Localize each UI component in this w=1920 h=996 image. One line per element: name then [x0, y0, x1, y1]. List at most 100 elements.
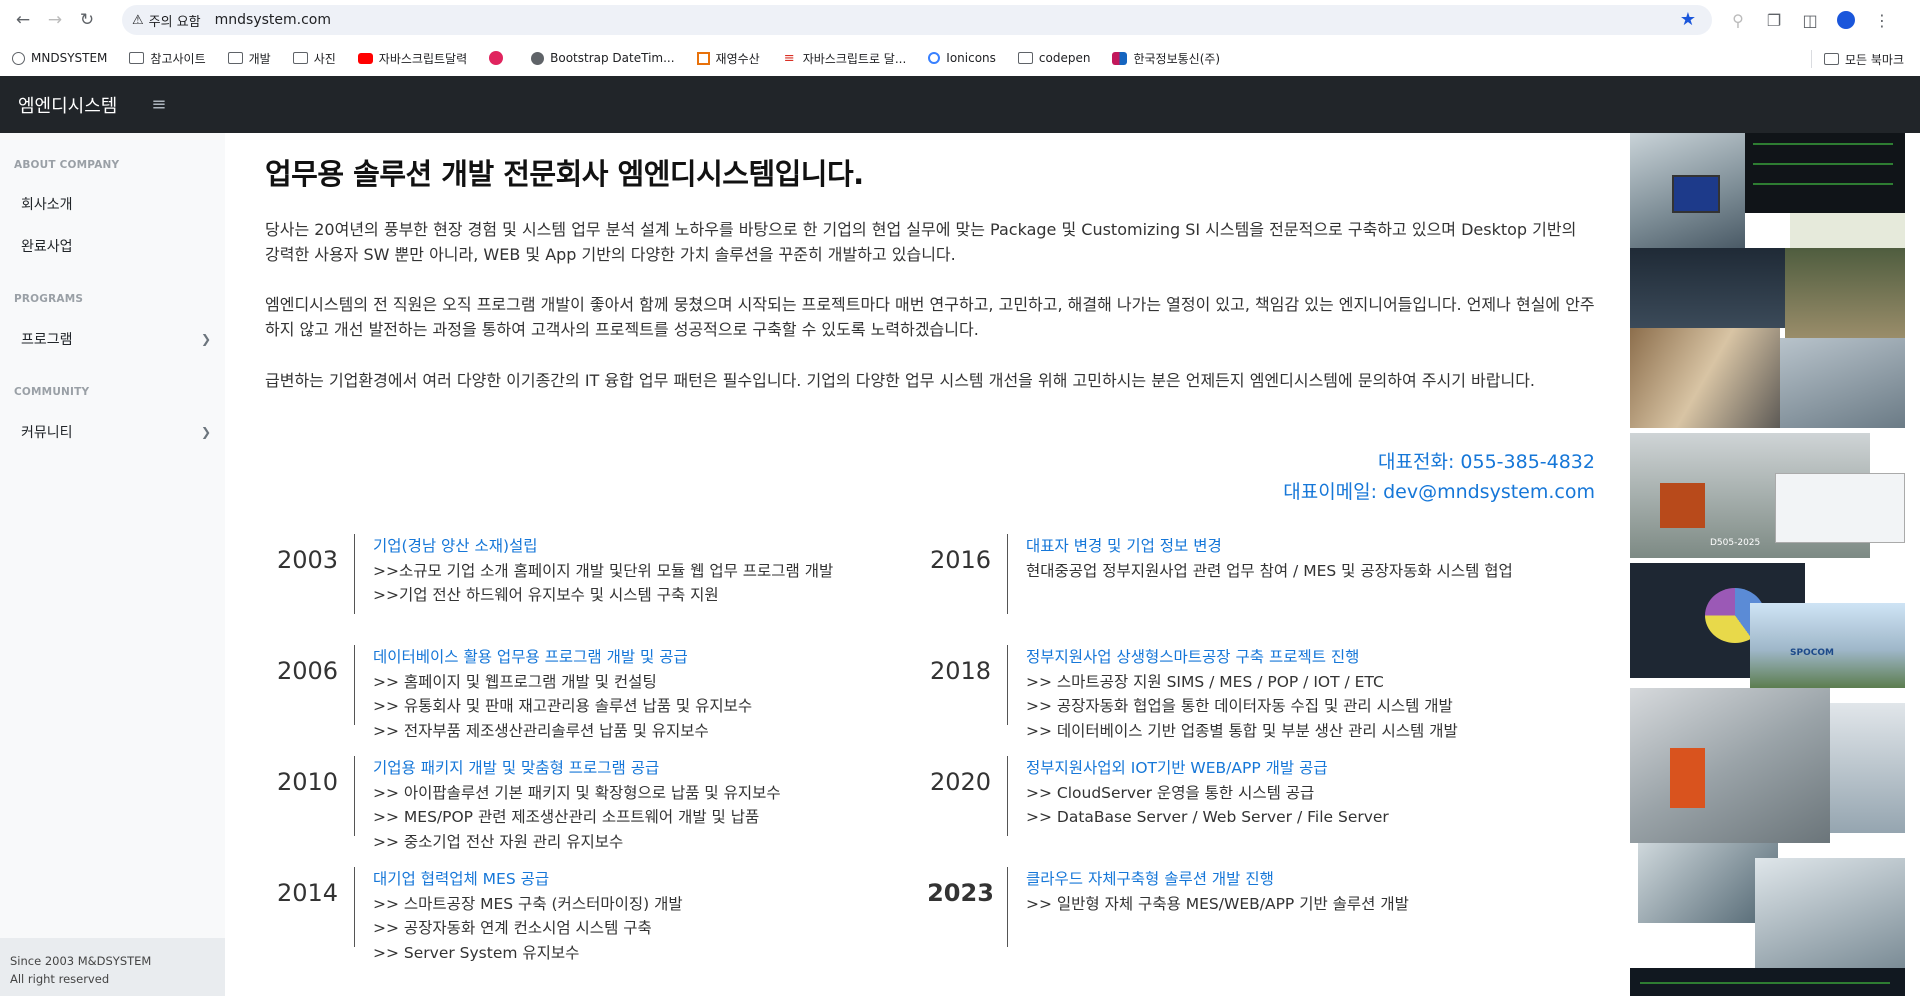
- timeline-heading: 대표자 변경 및 기업 정보 변경: [1026, 537, 1222, 555]
- timeline-heading: 데이터베이스 활용 업무용 프로그램 개발 및 공급: [373, 648, 688, 666]
- sidebar-heading: PROGRAMS: [14, 293, 84, 305]
- timeline-divider: [1007, 867, 1008, 947]
- report-screen-photo: [1775, 473, 1905, 543]
- contact-phone[interactable]: 대표전화: 055-385-4832: [1378, 447, 1595, 474]
- bookmark-item[interactable]: 자바스크립트달력: [357, 50, 467, 67]
- sidebar-item-company-intro[interactable]: 회사소개: [0, 186, 225, 222]
- globe-icon: [531, 51, 545, 65]
- address-bar[interactable]: ⚠ 주의 요함 mndsystem.com ★: [122, 5, 1712, 35]
- site-icon: ≡: [783, 50, 795, 66]
- site-navbar: 엠엔디시스템 ≡: [0, 76, 1920, 133]
- bookmark-item[interactable]: Bootstrap DateTim...: [531, 51, 675, 65]
- all-bookmarks[interactable]: 모든 북마크: [1810, 50, 1904, 68]
- reload-icon[interactable]: ↻: [74, 7, 100, 33]
- cleanroom-photo: [1755, 858, 1905, 968]
- photo-collage: D505-2025 SPOCOM: [1630, 133, 1920, 996]
- monitoring-screen-photo: [1630, 968, 1905, 996]
- timeline-divider: [354, 645, 355, 725]
- timeline-line: >> Server System 유지보수: [373, 943, 580, 962]
- photo-label: D505-2025: [1710, 538, 1761, 548]
- ionicons-icon: [928, 52, 941, 64]
- timeline-line: >> 중소기업 전산 자원 관리 유지보수: [373, 832, 624, 851]
- browser-toolbar: ← → ↻ ⚠ 주의 요함 mndsystem.com ★ ⚲ ❐ ◫ ⋮: [0, 0, 1920, 40]
- profile-avatar-icon[interactable]: [1828, 6, 1864, 34]
- timeline-line: >> 데이터베이스 기반 업종별 통합 및 부분 생산 관리 시스템 개발: [1026, 721, 1458, 740]
- contact-email[interactable]: 대표이메일: dev@mndsystem.com: [1283, 477, 1595, 504]
- cast-icon[interactable]: ⚲: [1720, 6, 1756, 34]
- timeline-year: 2023: [927, 879, 994, 907]
- timeline-heading: 대기업 협력업체 MES 공급: [373, 870, 550, 888]
- timeline-line: 현대중공업 정부지원사업 관련 업무 참여 / MES 및 공장자동화 시스템 …: [1026, 561, 1513, 580]
- automation-line-photo: [1630, 688, 1830, 843]
- intro-paragraph: 급변하는 기업환경에서 여러 다양한 이기종간의 IT 융합 업무 패턴은 필수…: [265, 371, 1535, 390]
- security-chip[interactable]: ⚠ 주의 요함: [132, 11, 201, 30]
- bookmark-item[interactable]: MNDSYSTEM: [12, 51, 107, 65]
- intro-paragraph: 엠엔디시스템의 전 직원은 오직 프로그램 개발이 좋아서 함께 뭉쳤으며 시작…: [265, 295, 1595, 339]
- url-text[interactable]: mndsystem.com: [215, 12, 331, 28]
- back-icon[interactable]: ←: [10, 7, 36, 33]
- sidebar-footer: Since 2003 M&DSYSTEM All right reserved: [0, 938, 225, 996]
- site-icon: [696, 51, 710, 65]
- sidebar-heading: ABOUT COMPANY: [14, 159, 120, 171]
- timeline-heading: 정부지원사업 상생형스마트공장 구축 프로젝트 진행: [1026, 648, 1360, 666]
- timeline-line: >>기업 전산 하드웨어 유지보수 및 시스템 구축 지원: [373, 586, 719, 604]
- bookmarks-bar: MNDSYSTEM 참고사이트 개발 사진 자바스크립트달력 Bootstrap…: [0, 40, 1920, 76]
- timeline-line: >> MES/POP 관련 제조생산관리 소프트웨어 개발 및 납품: [373, 808, 760, 826]
- timeline-heading: 클라우드 자체구축형 솔루션 개발 진행: [1026, 870, 1274, 888]
- bookmark-item[interactable]: Ionicons: [928, 51, 996, 65]
- sidebar-toggle-icon[interactable]: ≡: [151, 94, 166, 115]
- machine-closeup-photo: [1630, 328, 1780, 428]
- factory-monitor-photo: [1630, 133, 1745, 248]
- folder-icon: [292, 52, 308, 64]
- timeline-year: 2003: [276, 546, 339, 574]
- bookmark-item[interactable]: 개발: [227, 50, 271, 67]
- youtube-icon: [357, 52, 373, 64]
- sidebar-item-completed-projects[interactable]: 완료사업: [0, 228, 225, 264]
- building-photo: SPOCOM: [1750, 603, 1905, 688]
- main-content: 업무용 솔루션 개발 전문회사 엠엔디시스템입니다. 당사는 20여년의 풍부한…: [225, 133, 1630, 996]
- globe-icon: [12, 51, 25, 65]
- timeline-heading: 정부지원사업외 IOT기반 WEB/APP 개발 공급: [1026, 759, 1328, 777]
- timeline-line: >> 스마트공장 MES 구축 (커스터마이징) 개발: [373, 894, 683, 913]
- timeline-divider: [1007, 534, 1008, 614]
- timeline-line: >> 전자부품 제조생산관리솔루션 납품 및 유지보수: [373, 721, 709, 740]
- timeline-divider: [1007, 645, 1008, 725]
- timeline-heading: 기업용 패키지 개발 및 맞춤형 프로그램 공급: [373, 759, 660, 777]
- menu-kebab-icon[interactable]: ⋮: [1864, 6, 1900, 34]
- bookmark-item[interactable]: 재영수산: [696, 50, 760, 67]
- timeline-divider: [1007, 756, 1008, 836]
- worker-photo: [1830, 703, 1905, 833]
- bookmark-star-icon[interactable]: ★: [1680, 9, 1696, 30]
- sidebar-item-community[interactable]: 커뮤니티 ❯: [0, 414, 225, 450]
- dashboard-screen-photo: [1745, 133, 1905, 213]
- bookmark-item[interactable]: ≡ 자바스크립트로 달...: [782, 50, 907, 67]
- bookmark-item[interactable]: codepen: [1017, 51, 1090, 65]
- timeline-line: >> 일반형 자체 구축용 MES/WEB/APP 기반 솔루션 개발: [1026, 894, 1409, 913]
- folder-icon: [129, 52, 145, 64]
- security-label: 주의 요함: [148, 14, 201, 30]
- dribbble-icon: [489, 51, 504, 65]
- timeline-divider: [354, 756, 355, 836]
- extensions-icon[interactable]: ❐: [1756, 6, 1792, 34]
- bookmark-item[interactable]: 한국정보통신(주): [1112, 50, 1220, 67]
- sidebar-item-programs[interactable]: 프로그램 ❯: [0, 321, 225, 357]
- site-icon: [1112, 51, 1128, 65]
- folder-icon: [227, 52, 243, 64]
- timeline-year: 2018: [929, 657, 992, 685]
- intro-paragraph: 당사는 20여년의 풍부한 현장 경험 및 시스템 업무 분석 설계 노하우를 …: [265, 220, 1577, 264]
- chevron-right-icon: ❯: [200, 425, 211, 439]
- bookmark-item[interactable]: 사진: [292, 50, 336, 67]
- timeline-line: >> 홈페이지 및 웹프로그램 개발 및 컨설팅: [373, 672, 657, 691]
- forward-icon[interactable]: →: [42, 7, 68, 33]
- folder-icon: [1017, 52, 1033, 64]
- timeline-year: 2010: [276, 768, 339, 796]
- photo-label: SPOCOM: [1790, 648, 1834, 658]
- timeline-line: >> CloudServer 운영을 통한 시스템 공급: [1026, 783, 1315, 802]
- timeline-year: 2016: [929, 546, 992, 574]
- side-panel-icon[interactable]: ◫: [1792, 6, 1828, 34]
- timeline-heading: 기업(경남 양산 소재)설립: [373, 537, 538, 555]
- control-room-photo: [1630, 248, 1785, 328]
- bookmark-item[interactable]: 참고사이트: [129, 50, 206, 67]
- bookmark-item[interactable]: [489, 51, 509, 65]
- brand-logo-text[interactable]: 엠엔디시스템: [18, 92, 117, 118]
